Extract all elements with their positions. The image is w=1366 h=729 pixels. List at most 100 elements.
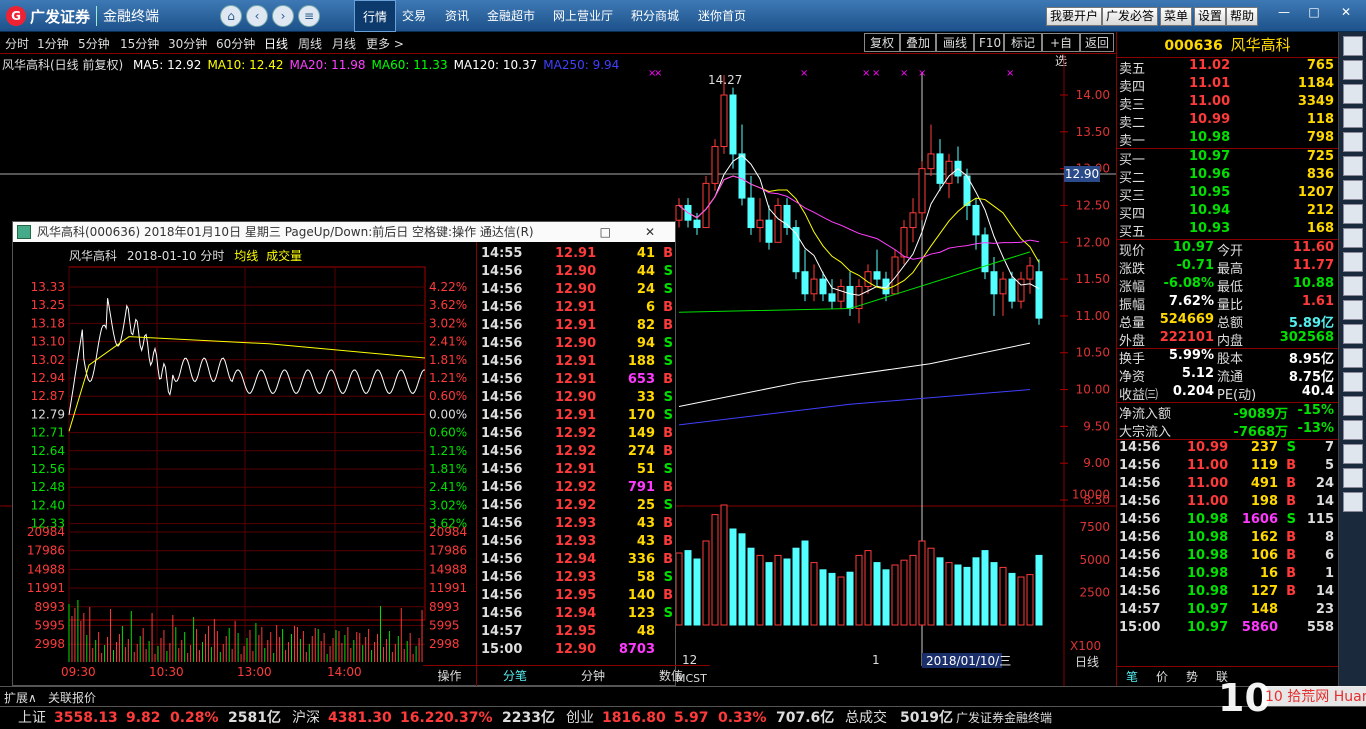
tool-button-3[interactable]: F10 (974, 33, 1004, 52)
orderbook-row[interactable]: 卖一 10.98 798 (1117, 130, 1338, 149)
more-icon[interactable] (1343, 420, 1363, 440)
orderbook-row[interactable]: 卖三 11.00 3349 (1117, 94, 1338, 113)
quote-tab-0[interactable]: 笔 (1117, 667, 1147, 686)
orderbook-row[interactable]: 卖五 11.02 765 (1117, 58, 1338, 77)
popup-title-bar[interactable]: 风华高科(000636) 2018年01月10日 星期三 PageUp/Down… (13, 222, 675, 242)
maximize-icon[interactable]: □ (1302, 4, 1326, 20)
period-4[interactable]: 30分钟 (168, 35, 207, 52)
tick-list[interactable]: 14:55 12.91 41 B 14:56 12.90 44 S 14:56 12.90 24 S 1… (476, 242, 677, 687)
close-icon[interactable]: ✕ (1334, 4, 1358, 20)
orderbook-row[interactable]: 买五 10.93 168 (1117, 221, 1338, 240)
popup-tab-1[interactable]: 分笔 (476, 665, 554, 685)
tool-button-5[interactable]: +自选 (1042, 33, 1080, 68)
news-icon[interactable] (1343, 132, 1363, 152)
header-button-0[interactable]: 我要开户 (1046, 7, 1103, 26)
index-name[interactable]: 沪深 (292, 707, 320, 729)
popup-tab-2[interactable]: 分钟 (554, 665, 632, 685)
search-icon[interactable] (1343, 300, 1363, 320)
home-icon[interactable]: ⌂ (220, 5, 242, 27)
period-9[interactable]: 更多 > (366, 35, 404, 52)
nav-tab-6[interactable]: 迷你首页 (690, 0, 754, 32)
period-0[interactable]: 分时 (5, 35, 29, 52)
header-button-4[interactable]: 帮助 (1226, 7, 1259, 26)
tool-icon[interactable] (1343, 396, 1363, 416)
minimize-icon[interactable]: — (1272, 4, 1296, 20)
nav-tab-1[interactable]: 交易 (394, 0, 434, 32)
info-icon[interactable] (1343, 228, 1363, 248)
flow-icon[interactable] (1343, 348, 1363, 368)
order-book[interactable]: 卖五 11.02 765 卖四 11.01 1184 卖三 11.00 3349 卖二 10.99 1… (1117, 58, 1338, 240)
forward-icon[interactable]: › (272, 5, 294, 27)
tool-button-0[interactable]: 复权 (864, 33, 900, 52)
stat-value-2: 1.61 (1301, 294, 1334, 309)
chart-icon[interactable] (1343, 36, 1363, 56)
exit-icon[interactable] (1343, 444, 1363, 464)
orderbook-row[interactable]: 买四 10.94 212 (1117, 203, 1338, 222)
header-button-2[interactable]: 菜单 (1160, 7, 1193, 26)
intraday-popup[interactable]: 风华高科(000636) 2018年01月10日 星期三 PageUp/Down… (12, 221, 710, 687)
bars-icon[interactable] (1343, 204, 1363, 224)
period-3[interactable]: 15分钟 (120, 35, 159, 52)
period-8[interactable]: 月线 (332, 35, 356, 52)
period-2[interactable]: 5分钟 (78, 35, 110, 52)
candle-body (837, 285, 845, 302)
f10-icon[interactable] (1343, 108, 1363, 128)
list-icon[interactable] (1343, 84, 1363, 104)
volume-bar (738, 533, 746, 626)
popup-close-icon[interactable]: ✕ (645, 222, 655, 242)
trade-direction: B (1286, 494, 1296, 509)
index-name[interactable]: 创业 (566, 707, 594, 729)
tool-button-2[interactable]: 画线 (936, 33, 974, 52)
fund-flows: 净流入额 -9089万 -15% 大宗流入 -7668万 -13% (1117, 403, 1338, 440)
calc-icon[interactable] (1343, 252, 1363, 272)
nav-tab-4[interactable]: 网上营业厅 (545, 0, 621, 32)
flow-value: -7668万 (1233, 425, 1288, 440)
period-7[interactable]: 周线 (298, 35, 322, 52)
period-1[interactable]: 1分钟 (37, 35, 69, 52)
popup-tab-0[interactable]: 操作 (423, 665, 476, 685)
tool-button-1[interactable]: 叠加 (900, 33, 936, 52)
nav-tab-2[interactable]: 资讯 (437, 0, 477, 32)
intraday-pct-label: 1.21% (429, 444, 467, 458)
period-6[interactable]: 日线 (264, 35, 288, 52)
quote-tab-1[interactable]: 价 (1147, 667, 1177, 686)
alert-icon[interactable] (1343, 276, 1363, 296)
edit-icon[interactable] (1343, 468, 1363, 488)
volume-bar (954, 564, 962, 626)
index-name[interactable]: 上证 (18, 707, 46, 729)
stats-icon[interactable] (1343, 180, 1363, 200)
nav-tab-0[interactable]: 行情 (354, 0, 397, 32)
bottom-tab-1[interactable]: 关联报价 (48, 689, 96, 706)
link-icon[interactable] (1343, 492, 1363, 512)
expand-icon[interactable]: ≡ (298, 5, 320, 27)
bottom-tab-0[interactable]: 扩展∧ (4, 689, 37, 706)
grid-icon[interactable] (1343, 60, 1363, 80)
quote-tab-2[interactable]: 势 (1177, 667, 1207, 686)
back-icon[interactable]: ‹ (246, 5, 268, 27)
nav-tab-3[interactable]: 金融超市 (479, 0, 543, 32)
header-button-1[interactable]: 广发必答 (1102, 7, 1159, 26)
tool-button-6[interactable]: 返回 (1080, 33, 1114, 52)
orderbook-row[interactable]: 买二 10.96 836 (1117, 167, 1338, 186)
day-tab[interactable]: 日线 (1075, 655, 1099, 669)
help-icon[interactable] (1343, 372, 1363, 392)
price-tick-label: 10.00 (1076, 383, 1110, 397)
period-5[interactable]: 60分钟 (216, 35, 255, 52)
recent-trades[interactable]: 14:56 10.99 237 S 7 14:56 11.00 119 B 5 14:56 11.00… (1117, 440, 1338, 638)
header-button-3[interactable]: 设置 (1194, 7, 1227, 26)
orderbook-row[interactable]: 卖二 10.99 118 (1117, 112, 1338, 131)
orderbook-row[interactable]: 卖四 11.01 1184 (1117, 76, 1338, 95)
nav-tab-5[interactable]: 积分商城 (623, 0, 687, 32)
popup-tab-3[interactable]: 数值 (632, 665, 710, 685)
quote-panel: 000636 风华高科 卖五 11.02 765 卖四 11.01 1184 卖三 11.00… (1116, 32, 1339, 686)
popup-maximize-icon[interactable]: □ (600, 222, 611, 242)
intraday-chart[interactable]: 风华高科 2018-01-10 分时 均线 成交量 13.33 4.22% 13.2… (13, 242, 476, 687)
stat-value-2: 11.77 (1292, 258, 1334, 273)
rsi-icon[interactable] (1343, 156, 1363, 176)
tool-button-4[interactable]: 标记 (1004, 33, 1042, 52)
orderbook-row[interactable]: 买一 10.97 725 (1117, 149, 1338, 168)
orderbook-row[interactable]: 买三 10.95 1207 (1117, 185, 1338, 204)
candle-body (945, 160, 953, 184)
settings-icon[interactable] (1343, 324, 1363, 344)
tick-price: 12.90 (555, 282, 597, 297)
